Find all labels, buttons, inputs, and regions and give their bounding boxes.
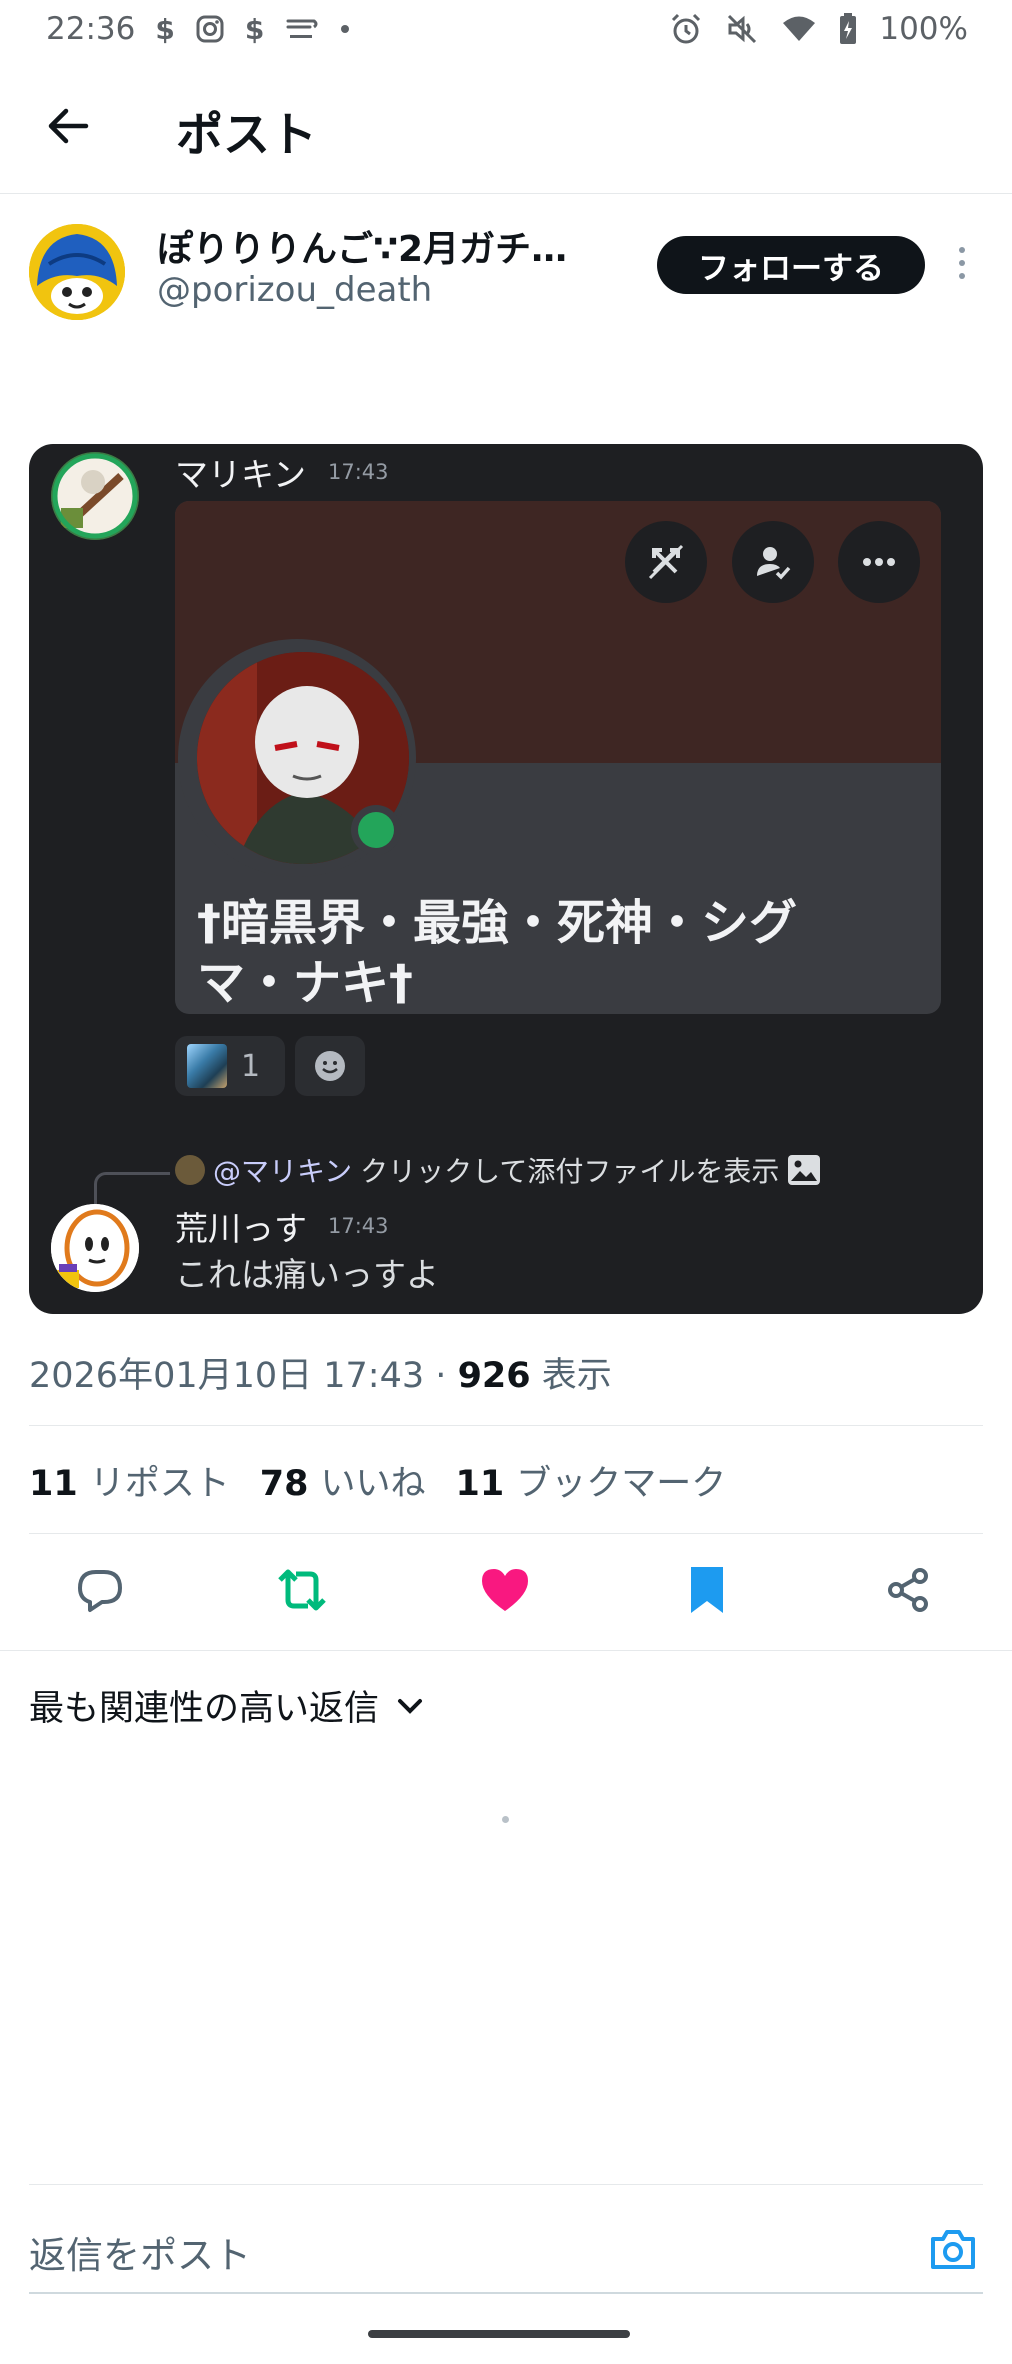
- reply-connector: [94, 1172, 170, 1206]
- reply-input[interactable]: 返信をポスト: [29, 2225, 251, 2279]
- mute-icon: [725, 12, 759, 46]
- message-avatar: [51, 452, 139, 540]
- follow-button[interactable]: フォローする: [657, 236, 925, 294]
- reply-reference: @マリキン クリックして添付ファイルを表示: [175, 1150, 821, 1190]
- message-avatar: [51, 1204, 139, 1292]
- saison-icon: [284, 15, 320, 43]
- page-title: ポスト: [176, 108, 317, 163]
- home-indicator[interactable]: [368, 2330, 630, 2338]
- status-bar: 22:36 $ $ 100%: [0, 0, 1012, 58]
- message-username: マリキン: [175, 455, 307, 494]
- wifi-icon: [781, 14, 817, 44]
- post-image[interactable]: マリキン 17:43 †暗黒界・最強・死神・シグマ・ナキ† 1 @マリキン クリ…: [29, 444, 983, 1314]
- chevron-down-icon: [398, 1698, 423, 1714]
- view-label: 表示: [541, 1356, 612, 1396]
- stat-reposts[interactable]: 11 リポスト: [29, 1455, 230, 1506]
- meta-separator: ·: [435, 1356, 447, 1396]
- action-bar: [0, 1540, 1012, 1640]
- user-check-icon: [732, 521, 814, 603]
- message-timestamp: 17:43: [328, 460, 389, 484]
- reaction-count: 1: [241, 1048, 261, 1084]
- divider: [29, 1425, 983, 1426]
- post-meta: 2026年01月10日 17:43 · 926 表示: [29, 1347, 612, 1398]
- status-time: 22:36: [46, 11, 136, 47]
- repost-button[interactable]: [274, 1562, 330, 1618]
- s-icon: $: [155, 12, 175, 46]
- like-icon: [482, 1569, 528, 1611]
- message-text: これは痛いっすよ: [175, 1255, 439, 1294]
- reaction-chip: 1: [175, 1036, 285, 1096]
- more-options-button[interactable]: [950, 238, 974, 288]
- instagram-icon: [195, 14, 225, 44]
- reply-button[interactable]: [72, 1562, 128, 1618]
- repost-icon: [278, 1569, 326, 1611]
- image-icon: [787, 1154, 821, 1186]
- reply-sort-dropdown[interactable]: 最も関連性の高い返信: [29, 1680, 423, 1731]
- reply-attachment-text: クリックして添付ファイルを表示: [360, 1155, 780, 1188]
- reply-sort-label: 最も関連性の高い返信: [29, 1689, 380, 1729]
- author-avatar[interactable]: [29, 224, 125, 320]
- message-timestamp: 17:43: [328, 1214, 389, 1238]
- post-date: 2026年01月10日 17:43: [29, 1356, 425, 1396]
- divider: [29, 1533, 983, 1534]
- more-horizontal-icon: [838, 521, 920, 603]
- reply-composer[interactable]: 返信をポスト: [29, 2184, 983, 2294]
- post-author: ぽりりりんご∵2月ガチ… @porizou_death フォローする: [0, 194, 1012, 324]
- author-name[interactable]: ぽりりりんご∵2月ガチ…: [157, 220, 567, 272]
- loading-indicator: [502, 1816, 509, 1823]
- reply-icon: [78, 1570, 122, 1612]
- camera-icon: [931, 2230, 975, 2269]
- bookmark-icon: [691, 1567, 723, 1613]
- stat-likes[interactable]: 78 いいね: [260, 1455, 426, 1506]
- s-icon: $: [244, 12, 265, 46]
- like-button[interactable]: [477, 1562, 533, 1618]
- reply-mention: @マリキン: [213, 1155, 353, 1188]
- more-vertical-icon: [959, 247, 965, 253]
- online-status-indicator: [351, 805, 401, 855]
- add-reaction-icon: [295, 1036, 365, 1096]
- alarm-icon: [669, 12, 703, 46]
- arrow-left-icon: [48, 108, 89, 144]
- message-username: 荒川っす: [175, 1209, 307, 1248]
- view-count: 926: [457, 1356, 531, 1396]
- share-icon: [888, 1568, 928, 1612]
- top-app-bar: ポスト: [0, 58, 1012, 194]
- battery-icon: [839, 13, 857, 45]
- reaction-emoji: [187, 1044, 227, 1088]
- profile-card: †暗黒界・最強・死神・シグマ・ナキ†: [175, 501, 941, 1014]
- swords-off-icon: [625, 521, 707, 603]
- reply-avatar: [175, 1155, 205, 1185]
- camera-button[interactable]: [925, 2223, 981, 2275]
- bookmark-button[interactable]: [679, 1562, 735, 1618]
- battery-percent: 100%: [879, 11, 968, 47]
- author-handle[interactable]: @porizou_death: [157, 270, 432, 310]
- share-button[interactable]: [880, 1562, 936, 1618]
- engagement-stats: 11 リポスト 78 いいね 11 ブックマーク: [29, 1455, 726, 1506]
- back-button[interactable]: [40, 98, 96, 154]
- stat-bookmarks[interactable]: 11 ブックマーク: [455, 1455, 726, 1506]
- profile-display-name: †暗黒界・最強・死神・シグマ・ナキ†: [197, 895, 798, 1011]
- dot-icon: [340, 24, 350, 34]
- divider: [0, 1650, 1012, 1651]
